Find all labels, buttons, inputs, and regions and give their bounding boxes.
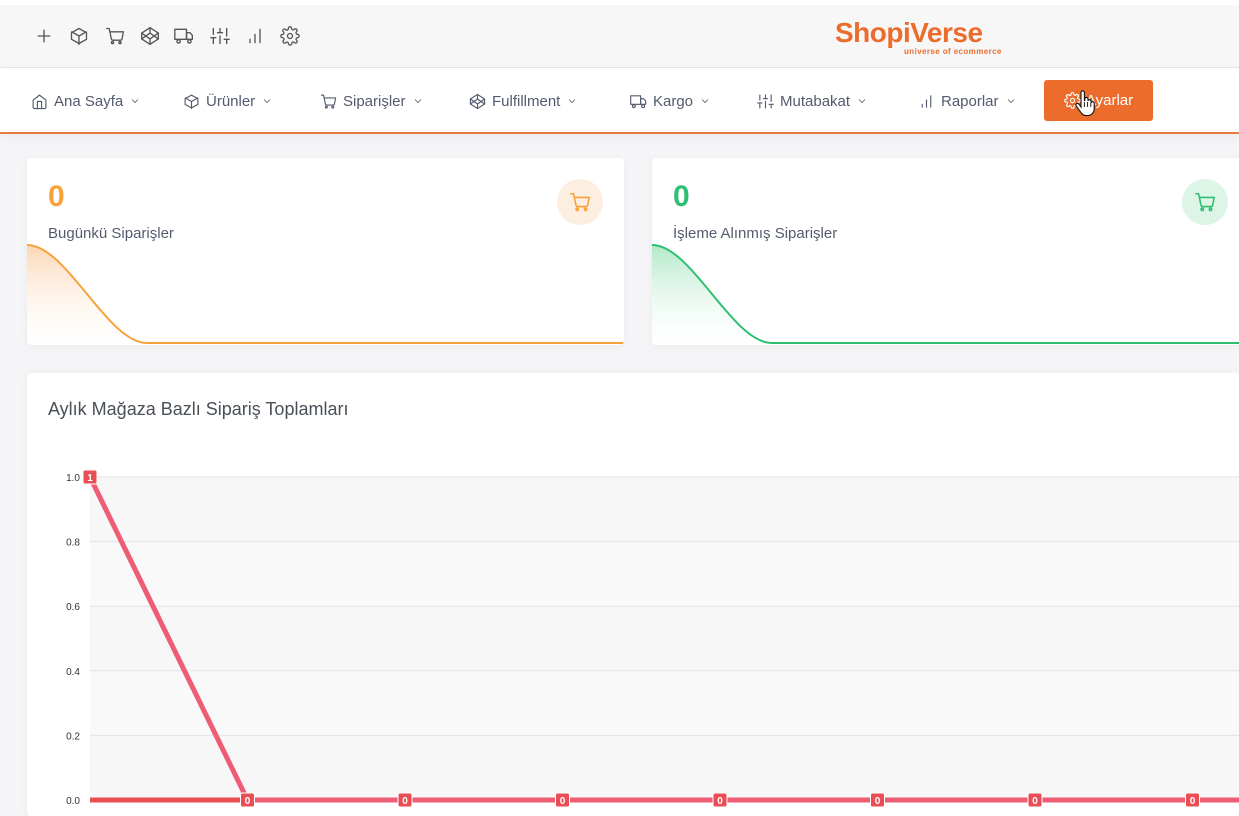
data-label: 0 xyxy=(717,796,723,807)
nav-item-label: Mutabakat xyxy=(780,92,851,110)
stat-card-processed-orders: 0 İşleme Alınmış Siparişler xyxy=(652,158,1239,345)
grid-band xyxy=(90,541,1239,607)
sliders-icon xyxy=(757,94,774,108)
gear-icon[interactable] xyxy=(279,25,301,47)
y-tick-label: 0.8 xyxy=(66,538,80,549)
grid-band xyxy=(90,670,1239,736)
brand-logo[interactable]: ShopiVerse universe of ecommerce xyxy=(835,18,1015,62)
y-tick-label: 0.2 xyxy=(66,731,80,742)
stat-label: Bugünkü Siparişler xyxy=(48,225,174,242)
data-label: 0 xyxy=(1190,796,1196,807)
nav-item-fulfillment[interactable]: Fulfillment xyxy=(469,89,578,113)
codepen-icon[interactable] xyxy=(139,25,161,47)
grid-band xyxy=(90,606,1239,671)
data-label: 0 xyxy=(1032,796,1038,807)
bar-chart-icon xyxy=(921,94,932,108)
stat-value: 0 xyxy=(48,180,65,213)
brand-name: ShopiVerse xyxy=(835,17,983,48)
nav-item-siparisler[interactable]: Siparişler xyxy=(320,89,424,113)
nav-item-label: Ana Sayfa xyxy=(54,92,124,110)
stat-badge xyxy=(1182,179,1228,225)
grid-band xyxy=(90,477,1239,542)
nav-item-label: Raporlar xyxy=(941,92,999,110)
data-label: 0 xyxy=(560,796,566,807)
nav-item-raporlar[interactable]: Raporlar xyxy=(918,89,1017,113)
sparkline xyxy=(27,244,624,345)
chevron-down-icon xyxy=(1007,99,1014,104)
nav-item-ayarlar[interactable]: Ayarlar xyxy=(1044,80,1153,121)
cart-icon xyxy=(570,192,590,212)
cart-icon[interactable] xyxy=(104,25,126,47)
y-tick-label: 0.0 xyxy=(66,796,80,807)
stat-badge xyxy=(557,179,603,225)
y-tick-label: 0.6 xyxy=(66,602,80,613)
y-tick-label: 1.0 xyxy=(66,473,80,484)
main-navbar: Ana Sayfa Ürünler Siparişler Fulfillment… xyxy=(0,68,1239,134)
nav-item-label: Ürünler xyxy=(206,92,256,110)
nav-item-ana-sayfa[interactable]: Ana Sayfa xyxy=(31,89,141,113)
hand-cursor-icon xyxy=(1075,90,1095,116)
home-icon xyxy=(32,94,47,109)
chevron-down-icon xyxy=(858,99,866,104)
nav-item-urunler[interactable]: Ürünler xyxy=(183,89,273,113)
stat-value: 0 xyxy=(673,180,690,213)
sliders-icon[interactable] xyxy=(209,25,231,47)
nav-item-mutabakat[interactable]: Mutabakat xyxy=(757,89,868,113)
data-label: 0 xyxy=(875,796,881,807)
data-label: 0 xyxy=(245,796,251,807)
monthly-orders-chart-card: Aylık Mağaza Bazlı Sipariş Toplamları 1.… xyxy=(27,373,1239,816)
brand-tagline: universe of ecommerce xyxy=(904,47,1002,56)
data-label: 0 xyxy=(402,796,408,807)
truck-icon xyxy=(630,94,647,108)
chevron-down-icon xyxy=(569,99,576,104)
chevron-down-icon xyxy=(701,99,709,104)
data-label: 1 xyxy=(87,473,93,484)
bar-chart-icon[interactable] xyxy=(244,25,266,47)
stat-label: İşleme Alınmış Siparişler xyxy=(673,225,838,242)
grid-band xyxy=(90,735,1239,800)
y-tick-label: 0.4 xyxy=(66,667,80,678)
codepen-icon xyxy=(469,93,486,109)
truck-icon[interactable] xyxy=(173,25,195,47)
chevron-down-icon xyxy=(414,99,421,104)
line-chart: 1.0 0.8 0.6 0.4 0.2 0.0 1 0 0 0 0 0 0 0 xyxy=(66,469,1239,808)
cart-icon xyxy=(320,94,337,109)
top-toolbar: ShopiVerse universe of ecommerce xyxy=(0,0,1239,68)
nav-item-label: Kargo xyxy=(653,92,694,110)
chevron-down-icon xyxy=(263,99,271,104)
chevron-down-icon xyxy=(131,99,139,104)
nav-item-label: Siparişler xyxy=(343,92,406,110)
box-icon xyxy=(184,94,199,109)
stat-card-todays-orders: 0 Bugünkü Siparişler xyxy=(27,158,624,345)
box-icon[interactable] xyxy=(68,25,90,47)
nav-item-label: Fulfillment xyxy=(492,92,561,110)
sparkline xyxy=(652,244,1239,345)
plus-icon[interactable] xyxy=(33,25,55,47)
cart-icon xyxy=(1195,192,1215,212)
nav-item-kargo[interactable]: Kargo xyxy=(630,89,711,113)
